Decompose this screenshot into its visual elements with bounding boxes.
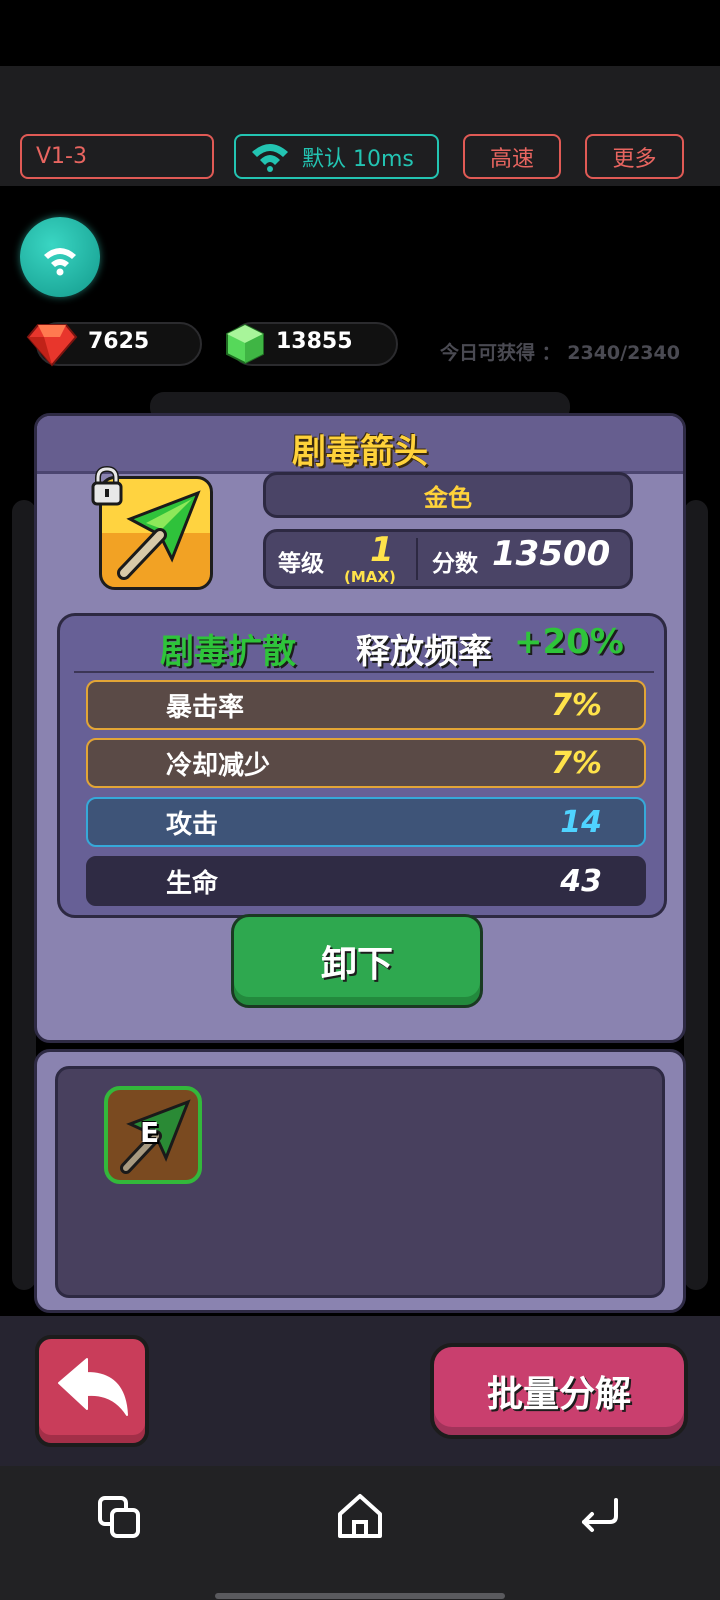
cube-count: 13855: [276, 329, 353, 354]
background-panel-left: [12, 500, 36, 1290]
level-label: V1-3: [36, 144, 87, 169]
skill-name: 剧毒扩散: [160, 632, 296, 672]
daily-label: 今日可获得 ：: [440, 342, 561, 364]
score-value: 13500: [492, 534, 611, 574]
more-button[interactable]: 更多: [585, 134, 684, 179]
score-label: 分数: [432, 551, 478, 577]
batch-decompose-button[interactable]: 批量分解: [430, 1343, 688, 1439]
level-label: 等级: [278, 551, 324, 577]
stat-row-attack: 攻击 14: [86, 797, 646, 847]
batch-label: 批量分解: [486, 1374, 631, 1415]
level-score-bar: 等级 1 (MAX) 分数 13500: [263, 529, 633, 589]
more-label: 更多: [612, 146, 657, 172]
wifi-icon: [44, 248, 76, 276]
lock-icon: [91, 466, 123, 506]
stat-label: 攻击: [166, 809, 219, 840]
item-name: 剧毒箭头: [292, 432, 428, 472]
network-status-button[interactable]: [20, 217, 100, 297]
stat-label: 暴击率: [166, 692, 245, 723]
speed-button[interactable]: 高速: [463, 134, 561, 179]
network-label: 默认 10ms: [302, 146, 414, 172]
status-bar: [0, 0, 720, 66]
skill-bonus: +20%: [514, 622, 624, 662]
background-panel-right: [684, 500, 708, 1290]
unequip-label: 卸下: [320, 944, 393, 985]
recent-apps-icon[interactable]: [90, 1486, 150, 1546]
stat-value: 14: [560, 804, 602, 840]
network-button[interactable]: 默认 10ms: [234, 134, 439, 179]
gem-count: 7625: [88, 329, 150, 354]
stat-row-health: 生命 43: [86, 856, 646, 906]
skill-divider: [74, 671, 654, 673]
stat-value: 7%: [551, 745, 602, 781]
green-cube-icon: [226, 323, 264, 365]
daily-limit: 今日可获得 ： 2340/2340: [440, 338, 680, 365]
inventory-item[interactable]: E: [104, 1086, 202, 1184]
stat-label: 冷却减少: [166, 750, 271, 781]
stat-value: 43: [560, 863, 602, 899]
level-button[interactable]: V1-3: [20, 134, 214, 179]
gesture-handle: [215, 1593, 505, 1599]
skill-effect: 释放频率: [356, 632, 492, 672]
stat-row-crit: 暴击率 7%: [86, 680, 646, 730]
level-value: 1: [370, 530, 394, 570]
stat-label: 生命: [166, 868, 219, 899]
stats-panel: 剧毒扩散 释放频率 +20% 暴击率 7% 冷却减少 7% 攻击 14 生命 4…: [57, 613, 667, 918]
wifi-icon: [252, 143, 288, 172]
speed-label: 高速: [489, 146, 534, 172]
rarity-bar: 金色: [263, 472, 633, 518]
stat-row-cooldown: 冷却减少 7%: [86, 738, 646, 788]
red-gem-icon: [26, 324, 78, 367]
divider: [416, 538, 418, 580]
back-button[interactable]: [35, 1335, 149, 1447]
back-nav-icon[interactable]: [570, 1486, 630, 1546]
unequip-button[interactable]: 卸下: [231, 914, 483, 1008]
inventory-panel: E: [34, 1049, 686, 1313]
stat-value: 7%: [551, 687, 602, 723]
daily-value: 2340/2340: [567, 342, 680, 364]
inventory-grid: E: [55, 1066, 665, 1298]
rarity-label: 金色: [424, 483, 472, 512]
item-detail-card: 剧毒箭头 金色 等级 1 (MAX) 分数 13500 剧毒扩散 释放频率 +2…: [34, 413, 686, 1043]
item-badge: E: [140, 1116, 160, 1149]
back-arrow-icon: [58, 1358, 128, 1416]
level-max: (MAX): [344, 568, 396, 586]
home-icon[interactable]: [330, 1486, 390, 1546]
